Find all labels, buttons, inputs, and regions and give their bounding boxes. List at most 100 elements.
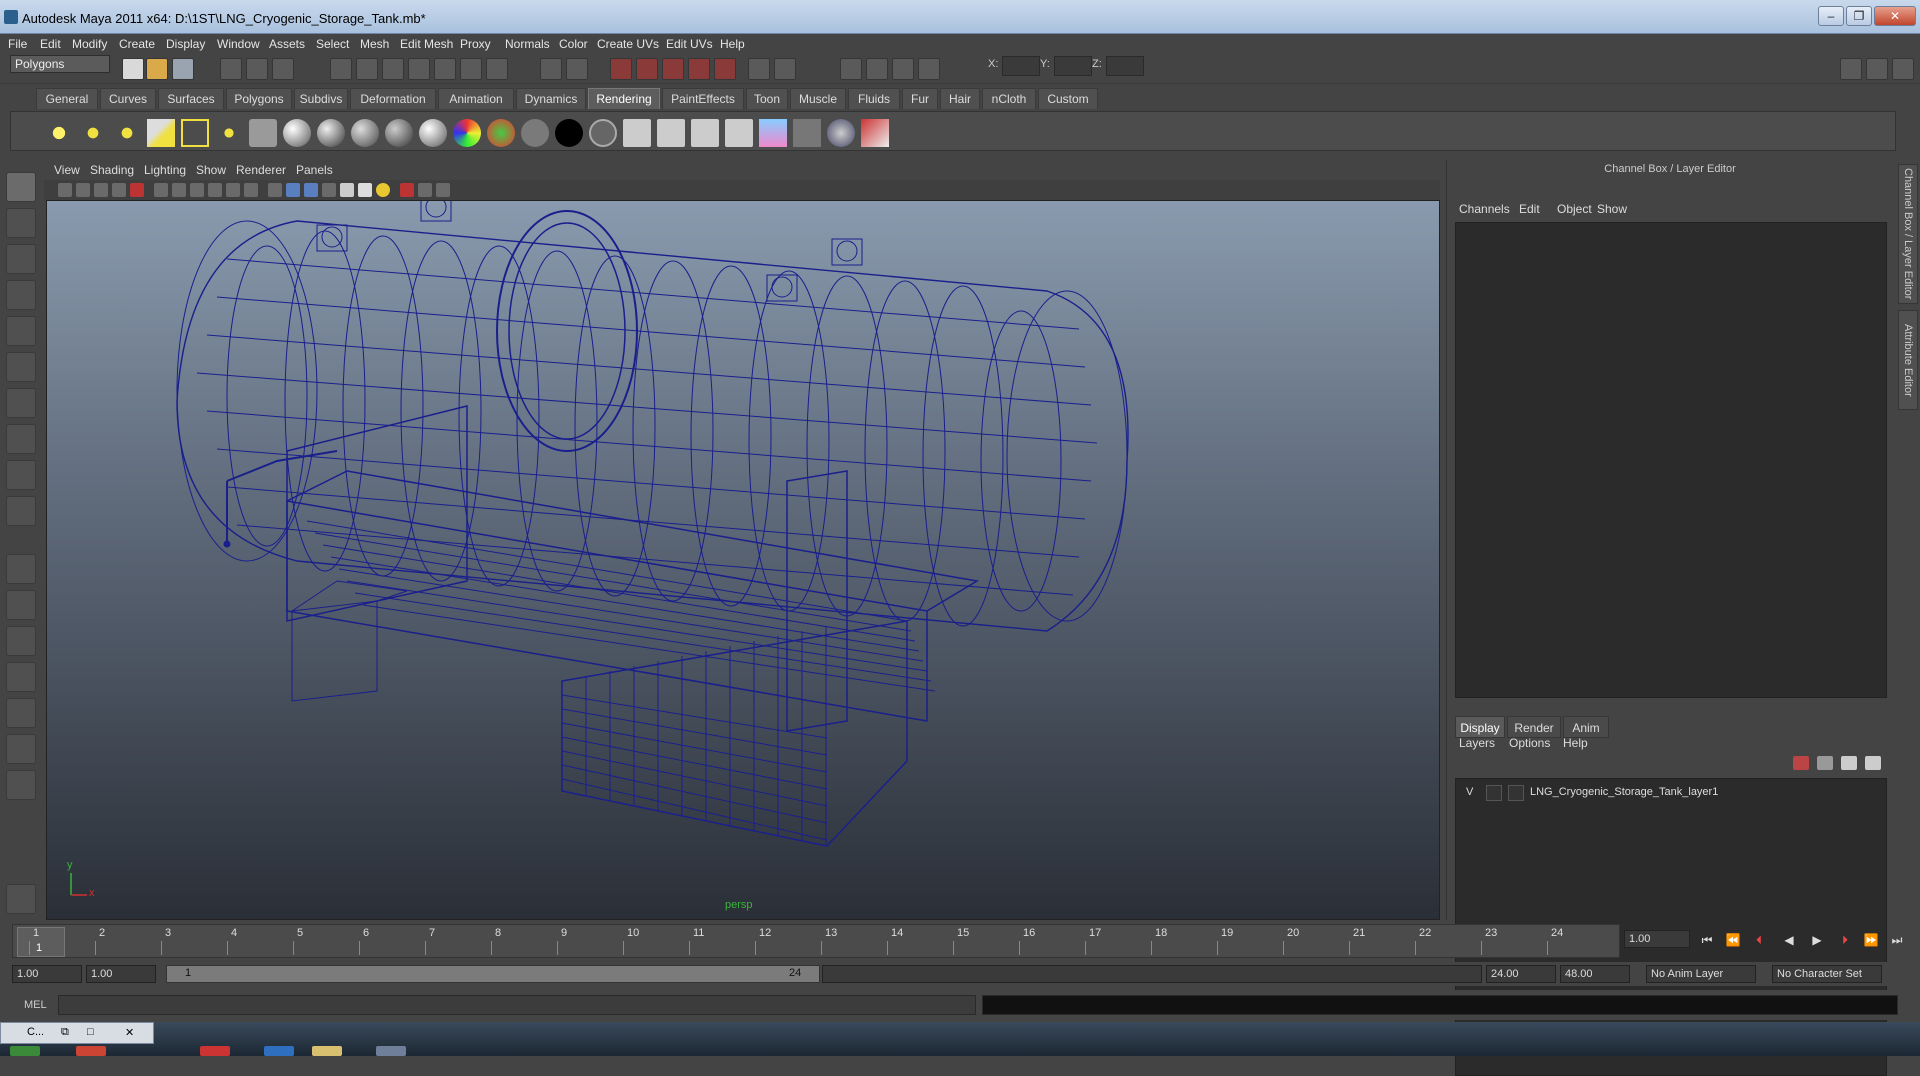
xray-joints-icon[interactable]: [436, 183, 450, 197]
select-hierarchy-icon[interactable]: [220, 58, 242, 80]
menu-create-uvs[interactable]: Create UVs: [597, 37, 659, 51]
attribute-editor-icon[interactable]: [892, 58, 914, 80]
paint-brush-icon[interactable]: [861, 119, 889, 147]
lasso-tool-icon[interactable]: [6, 208, 36, 238]
gate-mask-icon[interactable]: [208, 183, 222, 197]
le-menu-help[interactable]: Help: [1563, 736, 1588, 750]
app-task-icon[interactable]: [200, 1046, 230, 1056]
shelf-tab-curves[interactable]: Curves: [100, 88, 156, 109]
batch-render-icon[interactable]: [714, 58, 736, 80]
minimize-button[interactable]: –: [1818, 6, 1844, 26]
shelf-tab-fur[interactable]: Fur: [902, 88, 938, 109]
range-slider-track[interactable]: [822, 965, 1482, 983]
step-back-frame-icon[interactable]: ⏴: [1750, 932, 1768, 948]
play-backward-icon[interactable]: ◀: [1780, 932, 1798, 948]
perspective-viewport[interactable]: y x persp: [46, 200, 1440, 920]
point-light-icon[interactable]: [113, 119, 141, 147]
spot-light-icon[interactable]: [147, 119, 175, 147]
camera-attributes-icon[interactable]: [58, 183, 72, 197]
le-menu-layers[interactable]: Layers: [1459, 736, 1495, 750]
ipr-render-icon[interactable]: [566, 58, 588, 80]
menu-proxy[interactable]: Proxy: [460, 37, 491, 51]
menu-set-dropdown[interactable]: Polygons: [10, 55, 110, 73]
play-forward-icon[interactable]: ▶: [1808, 932, 1826, 948]
anisotropic-sphere-icon[interactable]: [419, 119, 447, 147]
layer-name[interactable]: LNG_Cryogenic_Storage_Tank_layer1: [1530, 786, 1718, 798]
shelf-tab-ncloth[interactable]: nCloth: [982, 88, 1036, 109]
shelf-tab-polygons[interactable]: Polygons: [226, 88, 292, 109]
use-background-icon[interactable]: [521, 119, 549, 147]
layered-shader-icon[interactable]: [589, 119, 617, 147]
panel-menu-renderer[interactable]: Renderer: [236, 163, 286, 177]
menu-create[interactable]: Create: [119, 37, 155, 51]
new-scene-icon[interactable]: [122, 58, 144, 80]
z-field[interactable]: [1106, 56, 1144, 76]
panel-menu-view[interactable]: View: [54, 163, 80, 177]
current-time-field[interactable]: 1.00: [1624, 930, 1690, 948]
move-tool-icon[interactable]: [6, 280, 36, 310]
custom-layout-icon[interactable]: [6, 770, 36, 800]
smooth-shading-icon[interactable]: [286, 183, 300, 197]
shelf-tab-dynamics[interactable]: Dynamics: [516, 88, 586, 109]
maya-task-icon[interactable]: [376, 1046, 406, 1056]
paint-select-tool-icon[interactable]: [6, 244, 36, 274]
explorer-task-icon[interactable]: [312, 1046, 342, 1056]
menu-select[interactable]: Select: [316, 37, 349, 51]
time-slider[interactable]: 1 1 2 3 4 5 6 7 8 9 10 11 12 13 14 15 16 17 18 19 20 21 22 23 2…: [12, 924, 1620, 958]
hypergraph-layout-icon[interactable]: [6, 734, 36, 764]
snap-plane-icon[interactable]: [408, 58, 430, 80]
question-icon[interactable]: [486, 58, 508, 80]
input-field-icon[interactable]: [748, 58, 770, 80]
layer-color-swatch[interactable]: [1508, 785, 1524, 801]
persp-graph-layout-icon[interactable]: [6, 662, 36, 692]
layer-tab-render[interactable]: Render: [1507, 716, 1561, 738]
two-pane-layout-icon[interactable]: [6, 626, 36, 656]
hypershade-icon[interactable]: [636, 58, 658, 80]
go-to-end-icon[interactable]: ⏭: [1888, 932, 1906, 948]
save-scene-icon[interactable]: [172, 58, 194, 80]
move-down-layer-icon[interactable]: [1865, 756, 1881, 770]
panel-menu-panels[interactable]: Panels: [296, 163, 333, 177]
single-pane-layout-icon[interactable]: [6, 554, 36, 584]
mel-label[interactable]: MEL: [24, 999, 47, 1011]
wireframe-shading-icon[interactable]: [268, 183, 282, 197]
blinn-sphere-icon[interactable]: [317, 119, 345, 147]
render-layer-icon[interactable]: [793, 119, 821, 147]
y-field[interactable]: [1054, 56, 1092, 76]
step-back-key-icon[interactable]: ⏪: [1724, 932, 1742, 948]
ipr-clapper-icon[interactable]: [657, 119, 685, 147]
panel-menu-lighting[interactable]: Lighting: [144, 163, 186, 177]
isolate-select-icon[interactable]: [400, 183, 414, 197]
make-live-icon[interactable]: [434, 58, 456, 80]
manipulator-tool-icon[interactable]: [6, 388, 36, 418]
tool-settings-icon[interactable]: [866, 58, 888, 80]
toggle-panel-b-icon[interactable]: [1866, 58, 1888, 80]
menu-file[interactable]: File: [8, 37, 27, 51]
character-set-dropdown[interactable]: No Character Set: [1772, 965, 1882, 983]
film-gate-icon[interactable]: [172, 183, 186, 197]
shelf-tab-animation[interactable]: Animation: [438, 88, 514, 109]
wireframe-on-shaded-icon[interactable]: [304, 183, 318, 197]
snap-grid-icon[interactable]: [330, 58, 352, 80]
input-mode-icon[interactable]: [774, 58, 796, 80]
step-forward-key-icon[interactable]: ⏩: [1862, 932, 1880, 948]
step-forward-frame-icon[interactable]: ⏵: [1836, 932, 1854, 948]
layer-visibility-toggle[interactable]: V: [1466, 786, 1473, 798]
menu-edit[interactable]: Edit: [40, 37, 61, 51]
surface-shader-icon[interactable]: [487, 119, 515, 147]
shelf-tab-fluids[interactable]: Fluids: [848, 88, 900, 109]
minimized-window[interactable]: C... ⧉ □ ✕: [0, 1022, 154, 1044]
two-d-pan-icon[interactable]: [112, 183, 126, 197]
scene-start-field[interactable]: 1.00: [12, 965, 82, 983]
lambert-sphere-icon[interactable]: [283, 119, 311, 147]
field-chart-icon[interactable]: [226, 183, 240, 197]
render-view-shelf-icon[interactable]: [725, 119, 753, 147]
close-button[interactable]: ✕: [1874, 6, 1916, 26]
playback-start-field[interactable]: 1.00: [86, 965, 156, 983]
camera-bookmark-icon[interactable]: [76, 183, 90, 197]
select-object-icon[interactable]: [246, 58, 268, 80]
menu-edit-uvs[interactable]: Edit UVs: [666, 37, 713, 51]
select-component-icon[interactable]: [272, 58, 294, 80]
hypershade-shelf-icon[interactable]: [759, 119, 787, 147]
cb-menu-object[interactable]: Object: [1557, 202, 1592, 216]
